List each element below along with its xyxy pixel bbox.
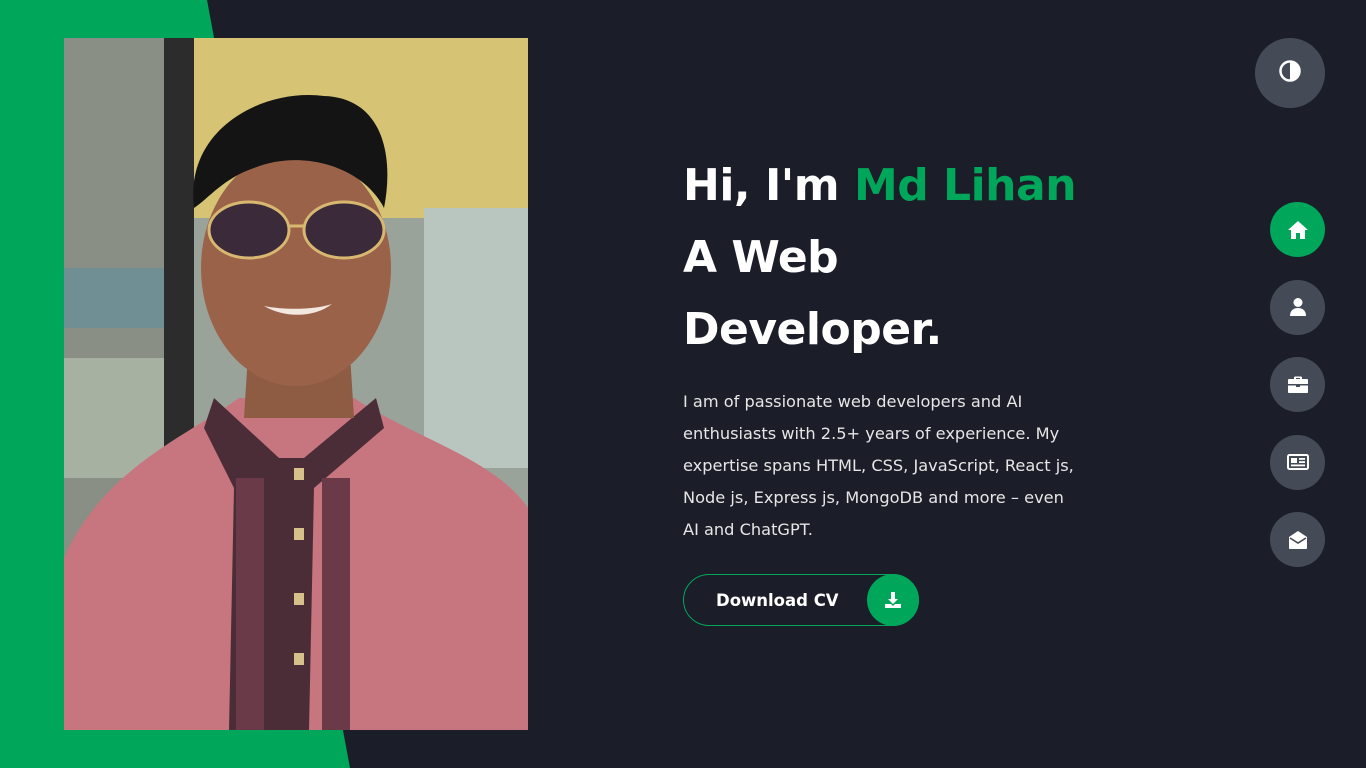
download-cv-button[interactable]: Download CV (683, 574, 919, 626)
greeting-text: Hi, I'm (683, 160, 854, 211)
home-icon (1287, 220, 1309, 240)
name-text: Md Lihan (853, 160, 1077, 211)
nav-home[interactable] (1270, 202, 1325, 257)
user-icon (1289, 297, 1307, 317)
contrast-icon (1279, 60, 1301, 86)
hero-section: Hi, I'm Md Lihan A Web Developer. I am o… (683, 150, 1103, 626)
envelope-open-icon (1288, 530, 1308, 550)
download-icon (867, 574, 919, 626)
hero-description: I am of passionate web developers and AI… (683, 392, 1074, 539)
nav-portfolio[interactable] (1270, 357, 1325, 412)
nav-blog[interactable] (1270, 434, 1325, 490)
profile-photo (64, 38, 528, 730)
side-nav (1270, 202, 1325, 590)
role-line-1: A Web (683, 232, 839, 283)
briefcase-icon (1287, 376, 1309, 394)
download-cv-label: Download CV (716, 590, 839, 610)
hero-headline: Hi, I'm Md Lihan A Web Developer. (683, 150, 1103, 366)
nav-about[interactable] (1270, 279, 1325, 335)
role-line-2: Developer. (683, 304, 942, 355)
nav-contact[interactable] (1270, 512, 1325, 567)
theme-toggle-button[interactable] (1255, 38, 1325, 108)
greeting-line: Hi, I'm Md Lihan (683, 150, 1103, 222)
newspaper-icon (1286, 454, 1309, 470)
